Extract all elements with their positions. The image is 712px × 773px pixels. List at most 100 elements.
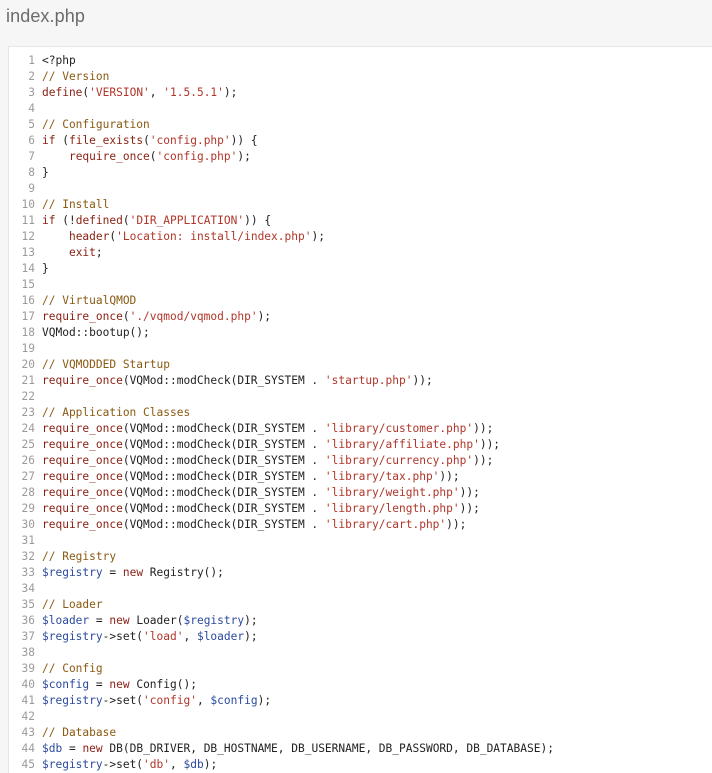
code-token-string: 'library/cart.php' xyxy=(324,518,447,531)
code-token-plain: Config(); xyxy=(129,678,197,691)
code-token-keyword: new xyxy=(82,742,103,755)
code-token-plain: ( xyxy=(122,214,130,227)
code-text: $db = new DB(DB_DRIVER, DB_HOSTNAME, DB_… xyxy=(42,741,554,757)
code-token-string: 'load' xyxy=(143,630,184,643)
code-token-plain: )); xyxy=(412,374,433,387)
line-number: 18 xyxy=(21,326,35,339)
code-text: require_once('config.php'); xyxy=(42,149,251,165)
code-line: 1 <?php xyxy=(9,53,554,69)
code-token-plain: Loader( xyxy=(129,614,184,627)
code-token-string: 'library/tax.php' xyxy=(324,470,440,483)
code-line: 20 // VQMODDED Startup xyxy=(9,357,554,373)
code-line: 8} xyxy=(9,165,554,181)
code-token-variable: $registry xyxy=(42,694,103,707)
code-line: 5 // Configuration xyxy=(9,117,554,133)
code-token-plain: ->set( xyxy=(102,630,144,643)
line-number: 42 xyxy=(21,710,35,723)
code-token-comment: // VirtualQMOD xyxy=(42,294,137,307)
code-token-comment: // Configuration xyxy=(42,118,150,131)
code-token-plain: (VQMod::modCheck(DIR_SYSTEM . xyxy=(122,502,325,515)
code-token-plain: ); xyxy=(223,86,238,99)
code-line: 22 xyxy=(9,389,554,405)
code-token-plain: ); xyxy=(311,230,325,243)
code-token-variable: $config xyxy=(42,678,90,691)
line-number: 33 xyxy=(21,566,35,579)
file-title: index.php xyxy=(6,6,85,26)
code-text: require_once(VQMod::modCheck(DIR_SYSTEM … xyxy=(42,421,493,437)
line-number: 10 xyxy=(21,198,35,211)
code-token-string: 'db' xyxy=(143,758,170,771)
code-token-plain: } xyxy=(42,262,49,275)
code-token-plain: VQMod::bootup(); xyxy=(42,326,150,339)
code-line: 43 // Database xyxy=(9,725,554,741)
code-line: 19 xyxy=(9,341,554,357)
line-number: 15 xyxy=(21,278,35,291)
line-number: 9 xyxy=(28,182,35,195)
line-number: 24 xyxy=(21,422,35,435)
code-token-string: 'config.php' xyxy=(156,150,238,163)
code-token-plain: )); xyxy=(446,518,467,531)
line-number: 35 xyxy=(21,598,35,611)
code-token-keyword: define xyxy=(42,86,83,99)
code-token-comment: // Registry xyxy=(42,550,117,563)
code-line: 34 xyxy=(9,581,554,597)
code-token-keyword: require_once xyxy=(68,150,150,163)
code-line: 35 // Loader xyxy=(9,597,554,613)
code-token-comment: // Loader xyxy=(42,598,103,611)
code-line: 15 xyxy=(9,277,554,293)
code-text: } xyxy=(42,261,49,277)
code-text: $registry->set('config', $config); xyxy=(42,693,271,709)
code-token-plain: = xyxy=(89,678,110,691)
line-number: 16 xyxy=(21,294,35,307)
line-number: 25 xyxy=(21,438,35,451)
code-token-variable: $registry xyxy=(42,758,103,771)
code-text: require_once(VQMod::modCheck(DIR_SYSTEM … xyxy=(42,373,433,389)
code-token-plain: (VQMod::modCheck(DIR_SYSTEM . xyxy=(122,470,325,483)
line-number: 43 xyxy=(21,726,35,739)
code-line: 10 // Install xyxy=(9,197,554,213)
code-token-plain: , xyxy=(196,694,211,707)
code-token-keyword: defined xyxy=(75,214,123,227)
code-token-string: 'DIR_APPLICATION' xyxy=(129,214,245,227)
code-token-string: 'library/currency.php' xyxy=(324,454,474,467)
code-token-plain: ); xyxy=(203,758,218,771)
line-number: 27 xyxy=(21,470,35,483)
code-token-keyword: require_once xyxy=(42,310,123,323)
code-line: 45 $registry->set('db', $db); xyxy=(9,757,554,773)
code-token-keyword: require_once xyxy=(42,438,123,451)
code-text: require_once(VQMod::modCheck(DIR_SYSTEM … xyxy=(42,485,480,501)
code-token-variable: $db xyxy=(183,758,204,771)
line-number: 29 xyxy=(21,502,35,515)
code-line: 16 // VirtualQMOD xyxy=(9,293,554,309)
code-token-plain: = xyxy=(89,614,110,627)
line-number: 32 xyxy=(21,550,35,563)
code-line: 33 $registry = new Registry(); xyxy=(9,565,554,581)
code-token-string: 'library/affiliate.php' xyxy=(324,438,480,451)
line-number: 36 xyxy=(21,614,35,627)
line-number: 45 xyxy=(21,758,35,771)
code-token-plain: ); xyxy=(237,150,251,163)
code-line: 7 require_once('config.php'); xyxy=(9,149,554,165)
code-token-keyword: if xyxy=(42,134,56,147)
code-text: // Config xyxy=(42,661,103,677)
code-line: 11 if (!defined('DIR_APPLICATION')) { xyxy=(9,213,554,229)
code-text: // Registry xyxy=(42,549,116,565)
code-line: 14} xyxy=(9,261,554,277)
code-token-string: 'library/weight.php' xyxy=(324,486,460,499)
line-number: 12 xyxy=(21,230,35,243)
line-number: 39 xyxy=(21,662,35,675)
code-token-comment: // Database xyxy=(42,726,117,739)
code-token-variable: $loader xyxy=(196,630,245,643)
line-number: 37 xyxy=(21,630,35,643)
line-number: 34 xyxy=(21,582,35,595)
code-token-plain: ( xyxy=(143,134,150,147)
code-token-keyword: file_exists xyxy=(68,134,144,147)
code-token-plain: )); xyxy=(459,502,480,515)
line-number: 21 xyxy=(21,374,35,387)
code-token-plain: )); xyxy=(473,454,494,467)
code-text: require_once(VQMod::modCheck(DIR_SYSTEM … xyxy=(42,517,466,533)
line-number: 17 xyxy=(21,310,35,323)
